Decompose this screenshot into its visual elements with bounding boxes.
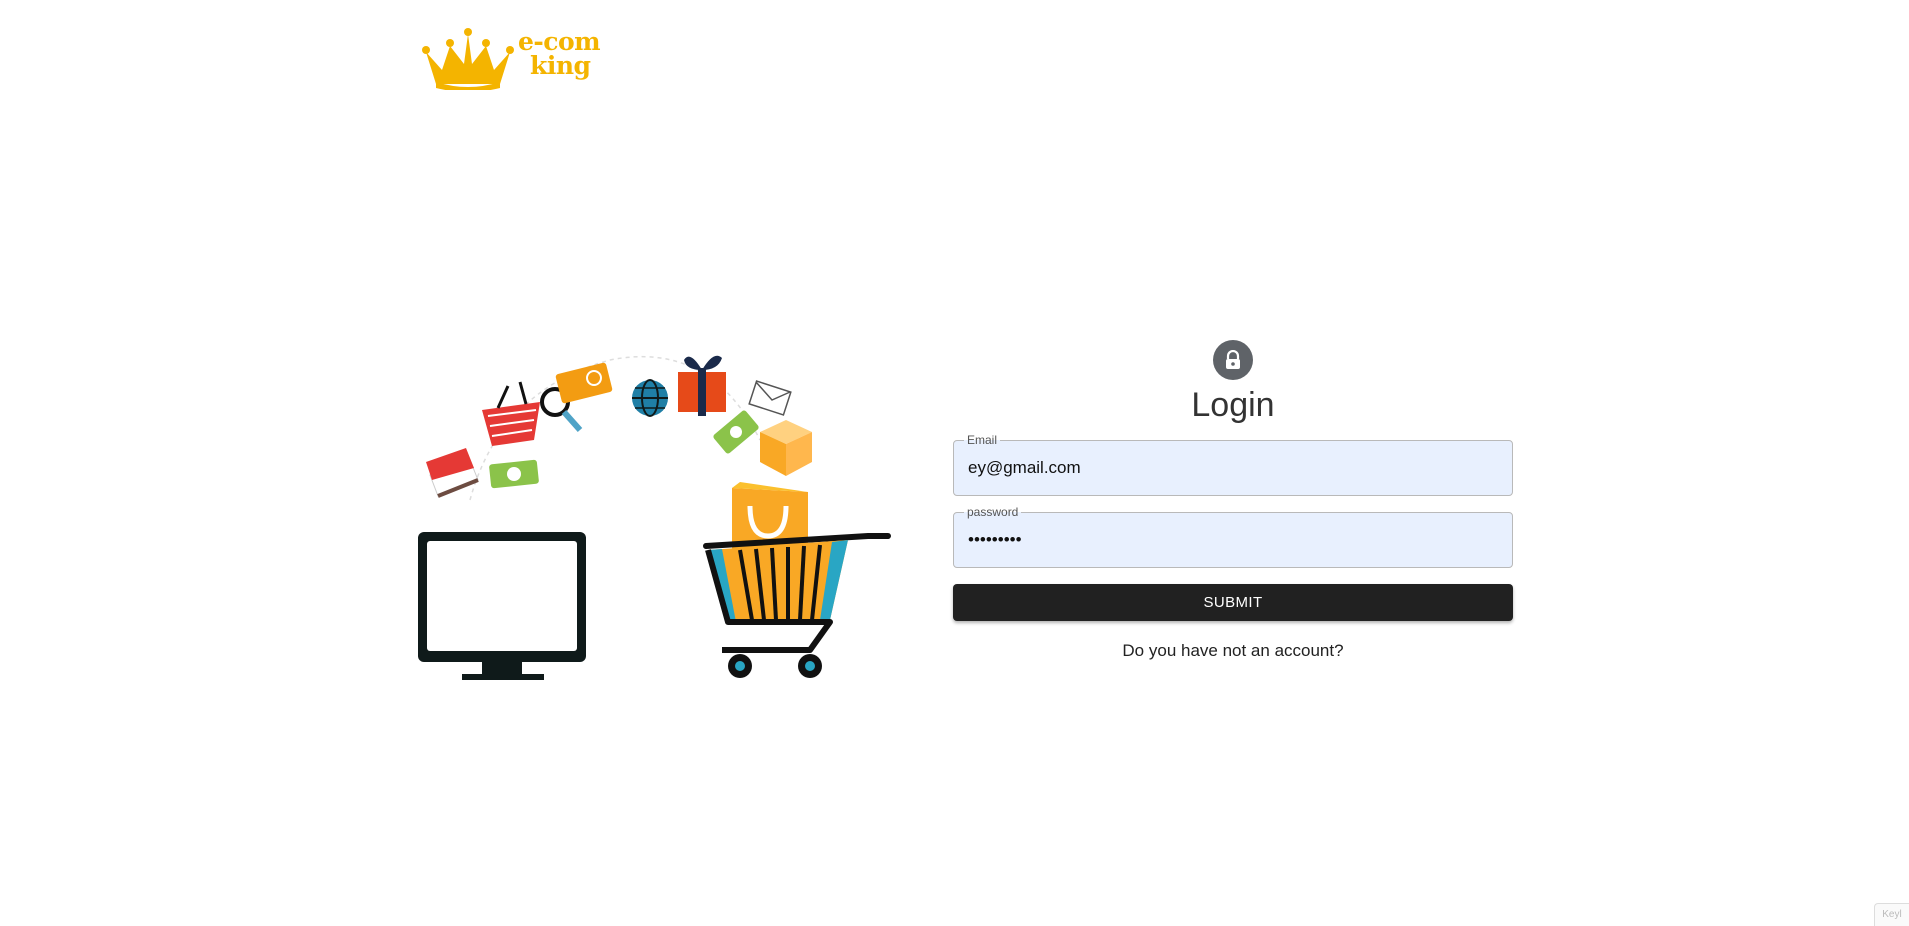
gift-icon [678,355,726,416]
money-icon [713,410,759,454]
lock-icon [1226,350,1240,369]
email-input[interactable] [968,441,1488,495]
corner-widget[interactable]: Keyl [1874,903,1909,926]
signup-link[interactable]: Do you have not an account? [953,641,1513,661]
shopping-illustration [410,330,920,690]
card-icon [555,362,613,404]
basket-icon [482,381,540,446]
password-field[interactable]: password ••••••••• [953,505,1513,568]
page-title: Login [1191,386,1275,424]
lock-avatar [1213,340,1253,380]
submit-button[interactable]: SUBMIT [953,584,1513,621]
crown-icon [422,28,514,90]
login-form: Login Email password ••••••••• SUBMIT Do… [953,340,1513,661]
brand-logo[interactable]: e-com king [420,24,610,90]
globe-icon [632,379,668,417]
password-input[interactable]: ••••••••• [968,513,1488,567]
logo-wordmark: e-com king [516,29,610,80]
store-icon [426,448,479,498]
envelope-icon [748,380,792,416]
box-icon [760,420,812,476]
email-field[interactable]: Email [953,433,1513,496]
cart-icon [703,533,891,678]
logo-line-2: king [530,51,591,80]
money-icon [489,459,539,489]
monitor-icon [418,532,586,680]
